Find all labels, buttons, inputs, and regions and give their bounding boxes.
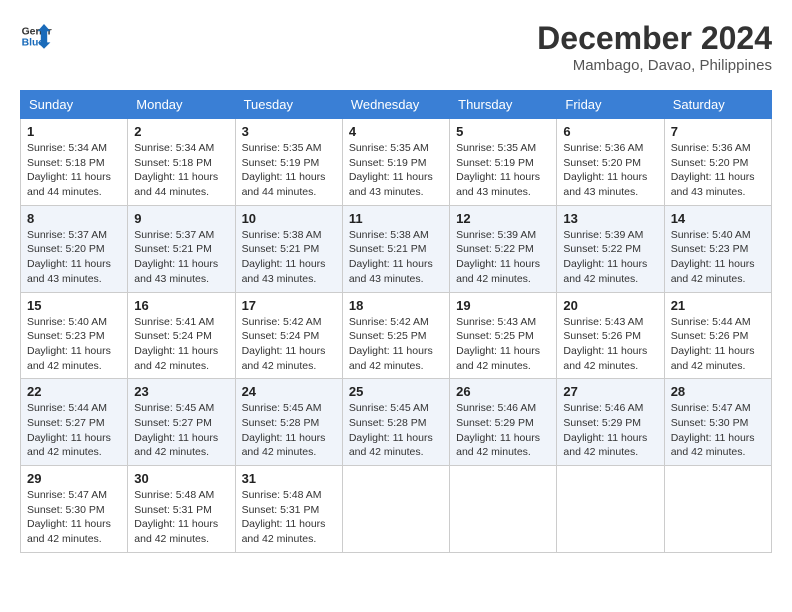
calendar-week-5: 29Sunrise: 5:47 AMSunset: 5:30 PMDayligh… — [21, 466, 772, 553]
table-row — [557, 466, 664, 553]
weekday-header-row: Sunday Monday Tuesday Wednesday Thursday… — [21, 91, 772, 119]
table-row: 13Sunrise: 5:39 AMSunset: 5:22 PMDayligh… — [557, 205, 664, 292]
header-friday: Friday — [557, 91, 664, 119]
table-row: 6Sunrise: 5:36 AMSunset: 5:20 PMDaylight… — [557, 119, 664, 206]
table-row: 19Sunrise: 5:43 AMSunset: 5:25 PMDayligh… — [450, 292, 557, 379]
calendar-table: Sunday Monday Tuesday Wednesday Thursday… — [20, 90, 772, 553]
header-sunday: Sunday — [21, 91, 128, 119]
table-row — [664, 466, 771, 553]
table-row: 12Sunrise: 5:39 AMSunset: 5:22 PMDayligh… — [450, 205, 557, 292]
table-row: 28Sunrise: 5:47 AMSunset: 5:30 PMDayligh… — [664, 379, 771, 466]
table-row: 4Sunrise: 5:35 AMSunset: 5:19 PMDaylight… — [342, 119, 449, 206]
table-row: 15Sunrise: 5:40 AMSunset: 5:23 PMDayligh… — [21, 292, 128, 379]
table-row: 27Sunrise: 5:46 AMSunset: 5:29 PMDayligh… — [557, 379, 664, 466]
calendar-week-2: 8Sunrise: 5:37 AMSunset: 5:20 PMDaylight… — [21, 205, 772, 292]
title-block: December 2024 Mambago, Davao, Philippine… — [537, 20, 772, 74]
logo: General Blue — [20, 20, 52, 52]
table-row: 31Sunrise: 5:48 AMSunset: 5:31 PMDayligh… — [235, 466, 342, 553]
table-row: 11Sunrise: 5:38 AMSunset: 5:21 PMDayligh… — [342, 205, 449, 292]
table-row: 9Sunrise: 5:37 AMSunset: 5:21 PMDaylight… — [128, 205, 235, 292]
table-row: 30Sunrise: 5:48 AMSunset: 5:31 PMDayligh… — [128, 466, 235, 553]
location-subtitle: Mambago, Davao, Philippines — [537, 57, 772, 74]
table-row: 1Sunrise: 5:34 AMSunset: 5:18 PMDaylight… — [21, 119, 128, 206]
page-header: General Blue December 2024 Mambago, Dava… — [20, 20, 772, 74]
logo-icon: General Blue — [20, 20, 52, 52]
header-saturday: Saturday — [664, 91, 771, 119]
table-row: 14Sunrise: 5:40 AMSunset: 5:23 PMDayligh… — [664, 205, 771, 292]
table-row: 17Sunrise: 5:42 AMSunset: 5:24 PMDayligh… — [235, 292, 342, 379]
header-monday: Monday — [128, 91, 235, 119]
table-row: 10Sunrise: 5:38 AMSunset: 5:21 PMDayligh… — [235, 205, 342, 292]
table-row: 22Sunrise: 5:44 AMSunset: 5:27 PMDayligh… — [21, 379, 128, 466]
table-row: 5Sunrise: 5:35 AMSunset: 5:19 PMDaylight… — [450, 119, 557, 206]
table-row: 8Sunrise: 5:37 AMSunset: 5:20 PMDaylight… — [21, 205, 128, 292]
header-thursday: Thursday — [450, 91, 557, 119]
table-row: 26Sunrise: 5:46 AMSunset: 5:29 PMDayligh… — [450, 379, 557, 466]
calendar-week-4: 22Sunrise: 5:44 AMSunset: 5:27 PMDayligh… — [21, 379, 772, 466]
table-row: 23Sunrise: 5:45 AMSunset: 5:27 PMDayligh… — [128, 379, 235, 466]
table-row: 18Sunrise: 5:42 AMSunset: 5:25 PMDayligh… — [342, 292, 449, 379]
table-row: 3Sunrise: 5:35 AMSunset: 5:19 PMDaylight… — [235, 119, 342, 206]
month-year-title: December 2024 — [537, 20, 772, 57]
table-row: 21Sunrise: 5:44 AMSunset: 5:26 PMDayligh… — [664, 292, 771, 379]
table-row — [450, 466, 557, 553]
table-row: 29Sunrise: 5:47 AMSunset: 5:30 PMDayligh… — [21, 466, 128, 553]
table-row: 7Sunrise: 5:36 AMSunset: 5:20 PMDaylight… — [664, 119, 771, 206]
calendar-week-1: 1Sunrise: 5:34 AMSunset: 5:18 PMDaylight… — [21, 119, 772, 206]
table-row: 20Sunrise: 5:43 AMSunset: 5:26 PMDayligh… — [557, 292, 664, 379]
calendar-week-3: 15Sunrise: 5:40 AMSunset: 5:23 PMDayligh… — [21, 292, 772, 379]
table-row: 16Sunrise: 5:41 AMSunset: 5:24 PMDayligh… — [128, 292, 235, 379]
table-row — [342, 466, 449, 553]
header-wednesday: Wednesday — [342, 91, 449, 119]
table-row: 2Sunrise: 5:34 AMSunset: 5:18 PMDaylight… — [128, 119, 235, 206]
table-row: 24Sunrise: 5:45 AMSunset: 5:28 PMDayligh… — [235, 379, 342, 466]
table-row: 25Sunrise: 5:45 AMSunset: 5:28 PMDayligh… — [342, 379, 449, 466]
header-tuesday: Tuesday — [235, 91, 342, 119]
